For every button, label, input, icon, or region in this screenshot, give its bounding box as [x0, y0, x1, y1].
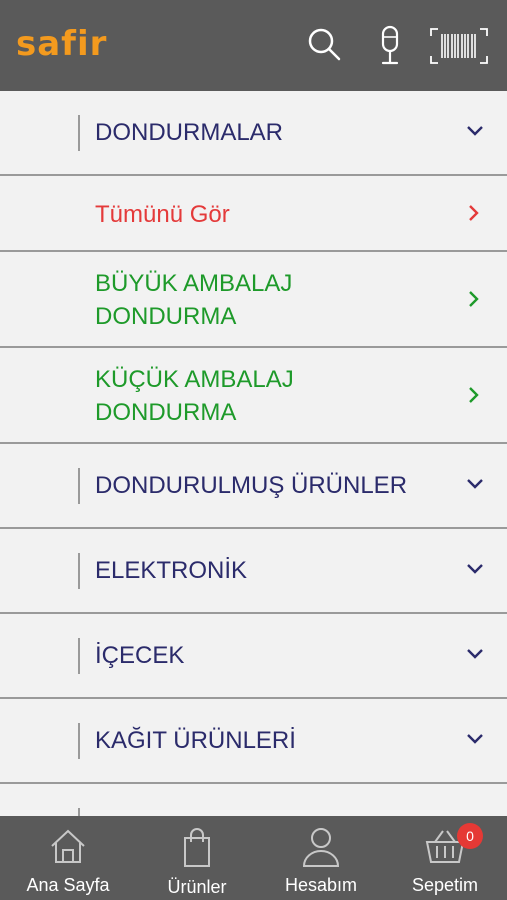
category-label: DONDURMALAR — [95, 119, 284, 146]
bottom-tab-bar: Ana Sayfa Ürünler Hesabım Sepetim — [0, 816, 507, 900]
category-row-kagit-urunleri[interactable]: KAĞIT ÜRÜNLERİ — [0, 699, 507, 784]
row-divider-bar — [78, 723, 80, 759]
chevron-right-icon[interactable] — [467, 385, 481, 405]
category-label: ELEKTRONİK — [95, 557, 248, 584]
row-divider-bar — [78, 553, 80, 589]
view-all-label: Tümünü Gör — [95, 201, 230, 228]
safir-logo[interactable]: safir — [16, 24, 107, 64]
category-row-dondurmalar[interactable]: DONDURMALAR — [0, 91, 507, 176]
row-divider-bar — [78, 115, 80, 151]
barcode-icon[interactable] — [430, 28, 488, 64]
tab-label: Ürünler — [167, 877, 227, 897]
tab-label: Sepetim — [411, 875, 479, 895]
chevron-down-icon[interactable] — [465, 124, 485, 138]
tab-sepetim[interactable]: Sepetim — [382, 816, 507, 900]
tab-label: Ana Sayfa — [26, 875, 110, 895]
chevron-right-icon[interactable] — [467, 203, 481, 223]
chevron-down-icon[interactable] — [465, 477, 485, 491]
row-divider-bar — [78, 468, 80, 504]
subcategory-label: BÜYÜK AMBALAJ DONDURMA — [95, 270, 293, 330]
home-icon — [51, 829, 85, 863]
category-label: KAĞIT ÜRÜNLERİ — [95, 727, 296, 754]
subcategory-row-kucuk-ambalaj[interactable]: KÜÇÜK AMBALAJ DONDURMA — [0, 348, 507, 444]
category-label: DONDURULMUŞ ÜRÜNLER — [95, 472, 408, 499]
chevron-down-icon[interactable] — [465, 647, 485, 661]
shopping-bag-icon — [184, 828, 210, 867]
tab-urunler[interactable]: Ürünler — [134, 816, 260, 900]
search-icon[interactable] — [306, 26, 342, 62]
row-divider-bar — [78, 808, 80, 816]
tab-label: Hesabım — [284, 875, 358, 895]
category-row-dondurulmus-urunler[interactable]: DONDURULMUŞ ÜRÜNLER — [0, 444, 507, 529]
subcategory-row-buyuk-ambalaj[interactable]: BÜYÜK AMBALAJ DONDURMA — [0, 252, 507, 348]
tab-hesabim[interactable]: Hesabım — [258, 816, 384, 900]
chevron-down-icon[interactable] — [465, 562, 485, 576]
view-all-row[interactable]: Tümünü Gör — [0, 176, 507, 252]
category-row-icecek[interactable]: İÇECEK — [0, 614, 507, 699]
cart-count-badge: 0 — [457, 823, 483, 849]
category-row-elektronik[interactable]: ELEKTRONİK — [0, 529, 507, 614]
chevron-right-icon[interactable] — [467, 289, 481, 309]
category-row-partial[interactable] — [0, 784, 507, 816]
category-label: İÇECEK — [95, 642, 185, 669]
app-header: safir — [0, 0, 507, 91]
row-divider-bar — [78, 638, 80, 674]
category-menu: DONDURMALAR Tümünü Gör BÜYÜK AMBALAJ DON… — [0, 91, 507, 816]
microphone-icon[interactable] — [376, 24, 404, 68]
subcategory-label: KÜÇÜK AMBALAJ DONDURMA — [95, 366, 294, 426]
tab-ana-sayfa[interactable]: Ana Sayfa — [5, 816, 131, 900]
user-icon — [302, 828, 340, 867]
chevron-down-icon[interactable] — [465, 732, 485, 746]
